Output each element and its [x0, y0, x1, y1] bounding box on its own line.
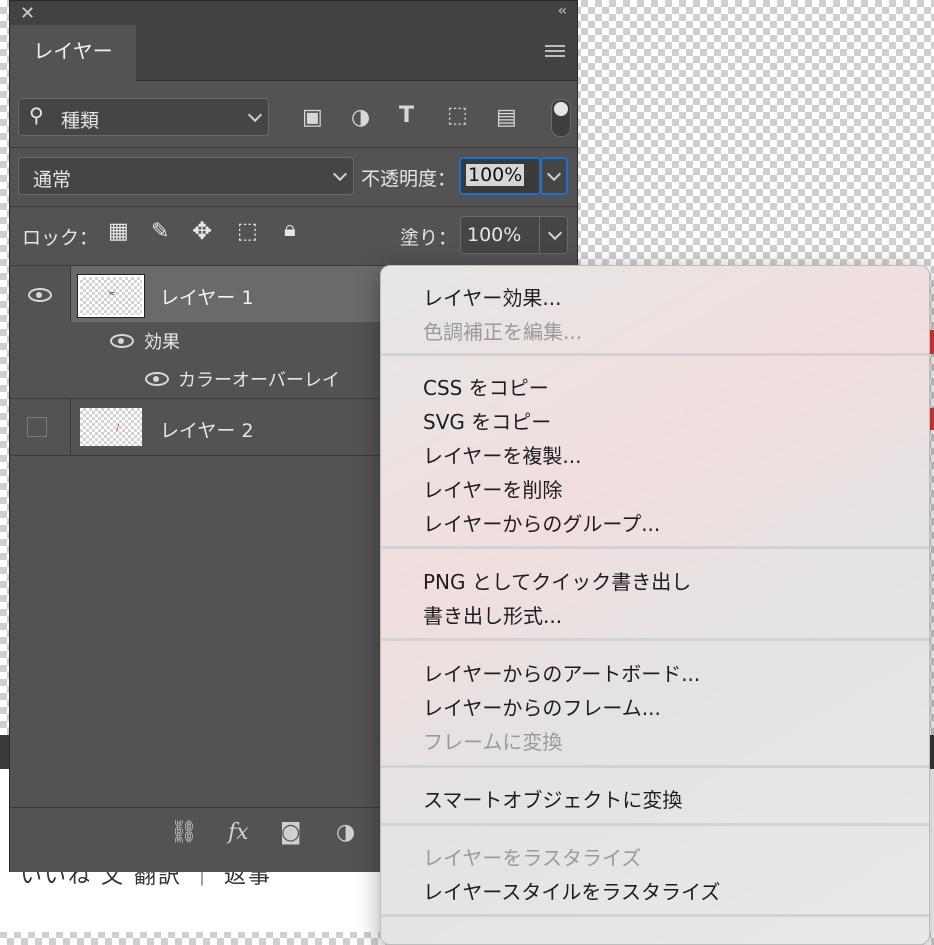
search-icon: ⚲: [29, 103, 44, 127]
menu-item-copy-css[interactable]: CSS をコピー: [423, 372, 549, 401]
opacity-dropdown[interactable]: [540, 157, 568, 195]
type-filter-icon[interactable]: T: [399, 103, 414, 128]
menu-item-frame-from-layers[interactable]: レイヤーからのフレーム...: [423, 692, 661, 721]
shape-filter-icon[interactable]: ⬚: [447, 103, 468, 128]
chevron-down-icon: [547, 225, 563, 241]
menu-item-group-from-layers[interactable]: レイヤーからのグループ...: [423, 508, 660, 537]
menu-item-convert-to-frame: フレームに変換: [423, 730, 563, 754]
panel-titlebar: ✕ ‹‹: [10, 1, 577, 25]
menu-separator: [381, 823, 929, 826]
opacity-input[interactable]: 100%: [459, 157, 541, 195]
menu-separator: [381, 638, 929, 641]
opacity-value: 100%: [466, 164, 525, 186]
tab-layers[interactable]: レイヤー: [10, 25, 136, 81]
fill-label: 塗り：: [400, 227, 458, 249]
menu-item-rasterize-layer-style[interactable]: レイヤースタイルをラスタライズ: [423, 876, 720, 905]
filter-row: ⚲ 種類 ▣ ◑ T ⬚ ▤: [10, 81, 577, 151]
fill-value: 100%: [467, 224, 522, 246]
menu-item-duplicate-layer[interactable]: レイヤーを複製...: [423, 440, 581, 469]
menu-item-copy-svg[interactable]: SVG をコピー: [423, 406, 551, 435]
effects-label: 効果: [144, 332, 180, 353]
filter-toggle[interactable]: [551, 99, 571, 137]
close-icon[interactable]: ✕: [20, 3, 35, 24]
lock-label: ロック：: [22, 227, 99, 249]
panel-menu-icon[interactable]: [545, 45, 565, 59]
smart-object-filter-icon[interactable]: ▤: [496, 105, 517, 130]
layer-thumbnail[interactable]: ﾉ: [80, 408, 142, 446]
chevron-down-icon: [546, 166, 562, 182]
menu-separator: [381, 765, 929, 768]
fill-input[interactable]: 100%: [460, 216, 568, 254]
toggle-knob: [554, 102, 568, 116]
blend-row: 通常 不透明度： 100%: [10, 148, 577, 206]
menu-separator: [381, 914, 929, 917]
collapse-icon[interactable]: ‹‹: [558, 3, 567, 19]
image-filter-icon[interactable]: ▣: [302, 105, 323, 130]
lock-row: ロック： ▦ ✎ ✥ ⬚ 🔒︎ 塗り： 100%: [10, 207, 577, 265]
eye-icon[interactable]: [110, 334, 134, 348]
menu-item-edit-adjustment: 色調補正を編集...: [423, 320, 583, 344]
link-icon[interactable]: ⛓︎: [170, 820, 198, 845]
blend-mode-value: 通常: [33, 169, 72, 191]
menu-item-quick-export-png[interactable]: PNG としてクイック書き出し: [423, 566, 691, 595]
layer-thumbnail[interactable]: ≈: [77, 274, 145, 318]
lock-artboard-icon[interactable]: ⬚: [237, 219, 258, 244]
lock-paint-icon[interactable]: ✎: [151, 219, 169, 244]
menu-item-export-as[interactable]: 書き出し形式...: [423, 600, 562, 629]
menu-item-artboard-from-layers[interactable]: レイヤーからのアートボード...: [423, 658, 700, 687]
layer-name[interactable]: レイヤー 2: [160, 416, 254, 443]
opacity-label: 不透明度：: [361, 168, 457, 190]
fx-icon[interactable]: fx: [228, 820, 249, 845]
blend-mode-select[interactable]: 通常: [18, 157, 354, 195]
chevron-down-icon: [332, 166, 348, 182]
effect-item-label: カラーオーバーレイ: [178, 370, 340, 391]
menu-separator: [381, 546, 929, 549]
lock-all-icon[interactable]: 🔒︎: [284, 217, 296, 242]
menu-separator: [381, 353, 929, 356]
adjustment-layer-icon[interactable]: ◑: [336, 820, 355, 845]
lock-transparent-icon[interactable]: ▦: [108, 219, 129, 244]
menu-item-layer-effects[interactable]: レイヤー効果...: [423, 282, 561, 311]
menu-item-convert-to-smart-object[interactable]: スマートオブジェクトに変換: [423, 784, 682, 813]
filter-kind-select[interactable]: ⚲ 種類: [18, 98, 269, 136]
eye-icon[interactable]: [28, 288, 52, 302]
menu-item-rasterize-layer: レイヤーをラスタライズ: [423, 846, 642, 870]
filter-kind-label: 種類: [61, 110, 100, 132]
chevron-down-icon: [247, 107, 263, 123]
eye-icon[interactable]: [145, 372, 169, 386]
menu-item-delete-layer[interactable]: レイヤーを削除: [423, 474, 562, 503]
mask-icon[interactable]: ◙: [280, 820, 301, 845]
lock-position-icon[interactable]: ✥: [192, 217, 212, 245]
layer-name[interactable]: レイヤー 1: [160, 283, 254, 310]
panel-tab-row: レイヤー: [10, 25, 577, 81]
adjustment-filter-icon[interactable]: ◑: [351, 105, 370, 130]
visibility-checkbox[interactable]: [27, 417, 47, 437]
context-menu: レイヤー効果... 色調補正を編集... CSS をコピー SVG をコピー レ…: [380, 265, 930, 945]
